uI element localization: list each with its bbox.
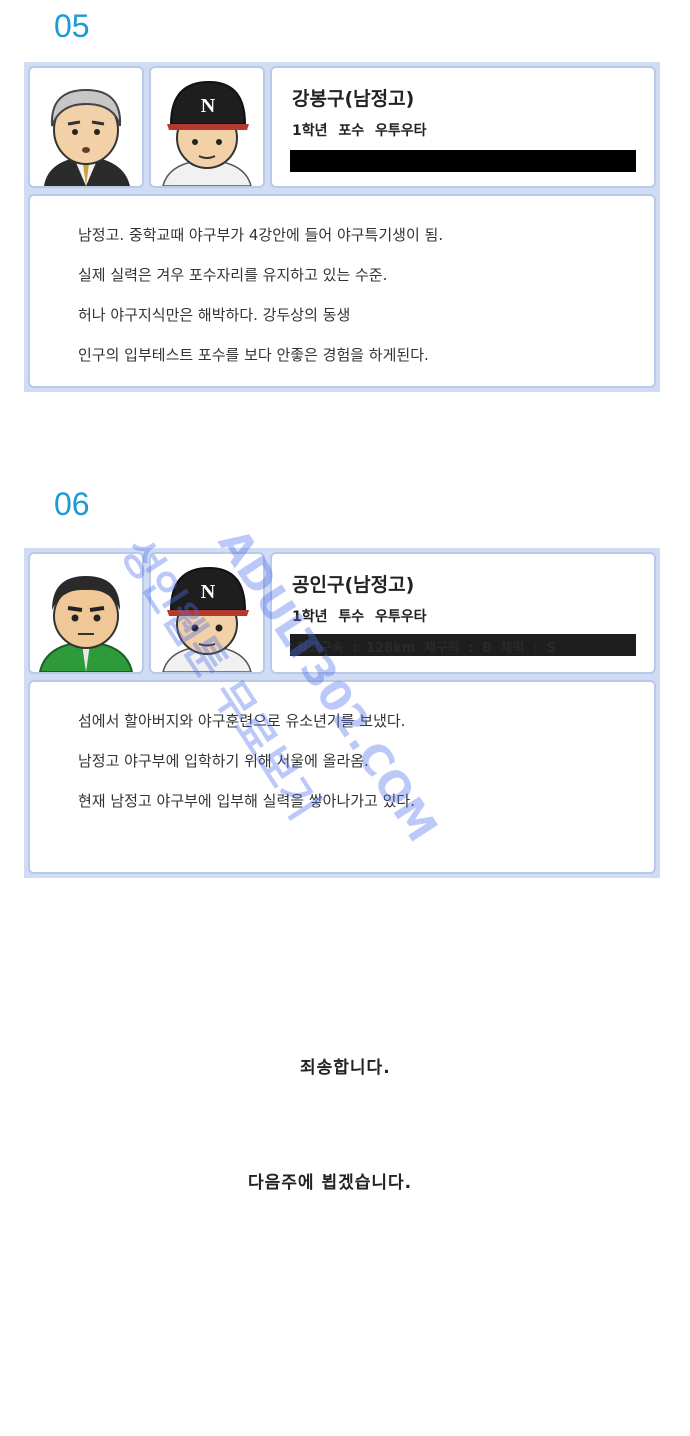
player-stats-bar: 최고구속 : 128km 제구력 : B 체력 : S [290,634,636,656]
profile-number: 06 [54,486,90,522]
description-line: 섬에서 할아버지와 야구훈련으로 유소년기를 보냈다. [78,712,406,730]
player-meta: 1학년 투수 우투우타 [292,609,427,625]
next-week-message: 다음주에 뵙겠습니다. [248,1173,413,1193]
player-description: 섬에서 할아버지와 야구훈련으로 유소년기를 보냈다. 남정고 야구부에 입학하… [28,680,656,874]
portrait-friend [28,552,144,674]
description-line: 남정고 야구부에 입학하기 위해 서울에 올라옴. [78,752,369,770]
description-line: 인구의 입부테스트 포수를 보다 안좋은 경험을 하게된다. [78,346,429,364]
coach-illustration [44,88,130,186]
player-info-box: 공인구(남정고) 1학년 투수 우투우타 최고구속 : 128km 제구력 : … [270,552,656,674]
description-line: 현재 남정고 야구부에 입부해 실력을 쌓아나가고 있다. [78,792,415,810]
player-illustration: N [162,80,252,186]
player-name: 공인구(남정고) [292,574,415,596]
description-line: 실제 실력은 겨우 포수자리를 유지하고 있는 수준. [78,266,388,284]
player-illustration: N [162,566,252,672]
player-meta: 1학년 포수 우투우타 [292,123,427,139]
portrait-coach [28,66,144,188]
profile-card: N 공인구(남정고) 1학년 투수 우투우타 최고구속 : 128km 제구력 … [24,548,660,878]
description-line: 허나 야구지식만은 해박하다. 강두상의 동생 [78,306,351,324]
profile-card: N 강봉구(남정고) 1학년 포수 우투우타 남정고. 중학교때 야구부가 4강… [24,62,660,392]
cap-letter: N [201,95,216,117]
description-line: 남정고. 중학교때 야구부가 4강안에 들어 야구특기생이 됨. [78,226,444,244]
player-info-box: 강봉구(남정고) 1학년 포수 우투우타 [270,66,656,188]
player-stats-bar [290,150,636,172]
portrait-player: N [149,552,265,674]
player-stats: 최고구속 : 128km 제구력 : B 체력 : S [296,641,557,656]
player-name: 강봉구(남정고) [292,88,415,110]
cap-letter: N [201,581,216,603]
player-description: 남정고. 중학교때 야구부가 4강안에 들어 야구특기생이 됨. 실제 실력은 … [28,194,656,388]
portrait-player: N [149,66,265,188]
friend-illustration [38,576,134,672]
profile-number: 05 [54,8,90,44]
apology-message: 죄송합니다. [300,1058,391,1078]
